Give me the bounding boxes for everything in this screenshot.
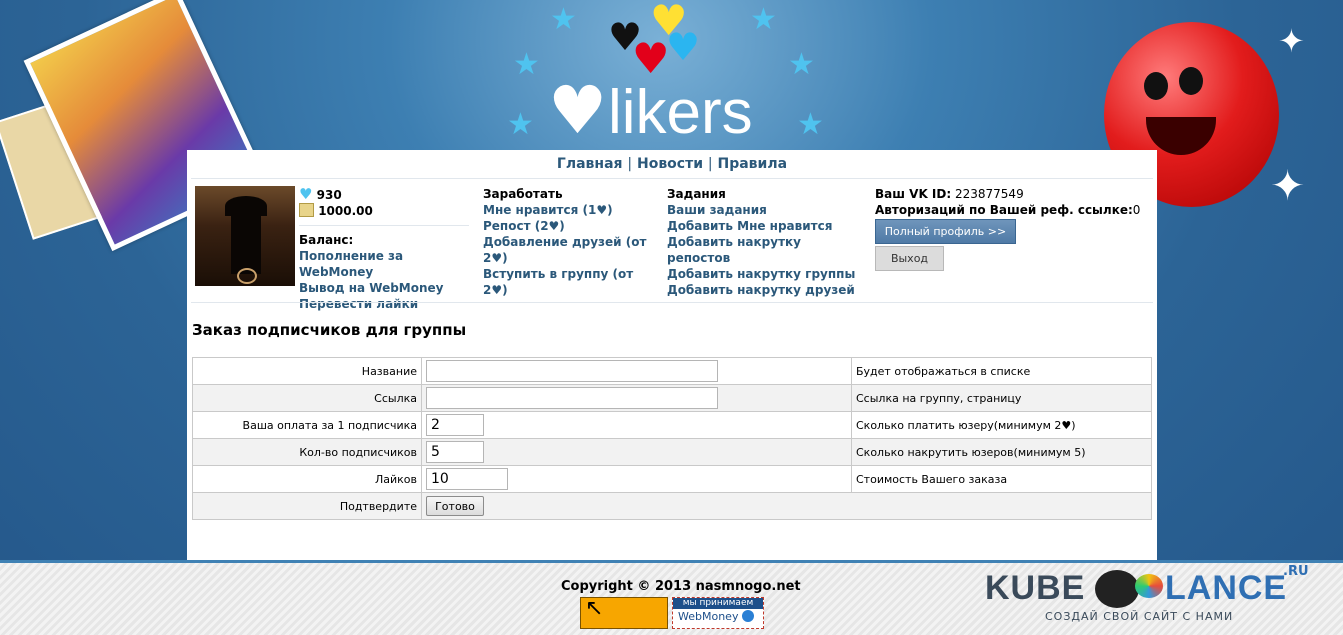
tasks-title: Задания	[667, 187, 726, 201]
user-balance: ♥ 930 1000.00 Баланс: Пополнение за WebM…	[299, 186, 469, 312]
form-title: Заказ подписчиков для группы	[192, 321, 467, 339]
withdraw-webmoney-link[interactable]: Вывод на WebMoney	[299, 280, 469, 296]
confirm-label: Подтвердите	[192, 492, 422, 520]
star-icon: ★	[513, 47, 540, 82]
likes-cost-hint: Стоимость Вашего заказа	[851, 465, 1152, 493]
name-label: Название	[192, 357, 422, 385]
main-panel: Главная | Новости | Правила ♥ 930 1000.0…	[187, 150, 1157, 560]
wallet-icon	[299, 203, 314, 217]
kubelance-right-text: LANCE	[1165, 569, 1288, 607]
divider	[191, 178, 1153, 179]
payment-label: Ваша оплата за 1 подписчика	[192, 411, 422, 439]
nav-rules-link[interactable]: Правила	[718, 156, 788, 172]
sparkle-icon: ✦	[1278, 22, 1305, 60]
subscribers-count-label: Кол-во подписчиков	[192, 438, 422, 466]
sparkle-icon: ✦	[1270, 161, 1306, 210]
mascot-icon	[1095, 570, 1139, 608]
earn-repost-link[interactable]: Репост (2♥)	[483, 218, 658, 234]
tasks-menu: Задания Ваши задания Добавить Мне нравит…	[667, 186, 857, 298]
tasks-add-group-link[interactable]: Добавить накрутку группы	[667, 266, 857, 282]
globe-icon	[741, 610, 754, 622]
logo-text: likers	[608, 78, 753, 147]
arrow-icon: ↖	[585, 596, 604, 621]
earn-join-group-link[interactable]: Вступить в группу (от 2♥)	[483, 266, 658, 298]
link-input[interactable]	[426, 387, 718, 409]
kubelance-left-text: KUBE	[985, 569, 1086, 607]
table-row: Ваша оплата за 1 подписчика Сколько плат…	[192, 411, 1152, 439]
subscribers-count-input[interactable]	[426, 441, 484, 463]
name-hint: Будет отображаться в списке	[851, 357, 1152, 385]
referral-label: Авторизаций по Вашей реф. ссылке:	[875, 203, 1133, 217]
table-row: Кол-во подписчиков Сколько накрутить юзе…	[192, 438, 1152, 466]
divider	[299, 225, 469, 226]
money-amount: 1000.00	[318, 204, 373, 218]
nav-separator: |	[707, 156, 713, 172]
tasks-add-likes-link[interactable]: Добавить Мне нравится	[667, 218, 857, 234]
likes-cost-label: Лайков	[192, 465, 422, 493]
likes-cost-input[interactable]	[426, 468, 508, 490]
table-row: Лайков Стоимость Вашего заказа	[192, 465, 1152, 493]
tasks-add-friends-link[interactable]: Добавить накрутку друзей	[667, 282, 857, 298]
table-row: Подтвердите Готово	[192, 492, 1152, 520]
kubelance-slogan: СОЗДАЙ СВОЙ САЙТ С НАМИ	[1045, 610, 1234, 623]
referral-row: Авторизаций по Вашей реф. ссылке:0	[875, 202, 1145, 218]
copyright-text: Copyright © 2013 nasmnogo.net	[561, 579, 801, 594]
order-form-table: Название Будет отображаться в списке Ссы…	[192, 357, 1152, 520]
star-icon: ★	[797, 107, 824, 142]
submit-button[interactable]: Готово	[426, 496, 484, 516]
avatar	[195, 186, 295, 286]
logout-button[interactable]: Выход	[875, 246, 944, 271]
earn-add-friends-link[interactable]: Добавление друзей (от 2♥)	[483, 234, 658, 266]
tasks-your-tasks-link[interactable]: Ваши задания	[667, 202, 857, 218]
star-icon: ★	[750, 2, 777, 37]
vk-id-row: Ваш VK ID: 223877549	[875, 186, 1145, 202]
logo-heart-icon: ♥	[548, 72, 608, 149]
webmoney-accept-text: мы принимаем	[673, 598, 763, 609]
payment-input[interactable]	[426, 414, 484, 436]
nav-news-link[interactable]: Новости	[637, 156, 703, 172]
nav-separator: |	[627, 156, 633, 172]
star-icon: ★	[550, 2, 577, 37]
balance-label: Баланс:	[299, 233, 354, 247]
kubelance-logo[interactable]: KUBE LANCE .RU СОЗДАЙ СВОЙ САЙТ С НАМИ	[985, 564, 1309, 628]
vk-id-label: Ваш VK ID:	[875, 187, 952, 201]
likes-count: 930	[316, 188, 342, 202]
divider	[191, 302, 1153, 303]
palette-icon	[1135, 574, 1163, 598]
referral-count: 0	[1132, 203, 1141, 217]
earn-menu: Заработать Мне нравится (1♥) Репост (2♥)…	[483, 186, 658, 298]
earn-title: Заработать	[483, 187, 563, 201]
vk-id-value: 223877549	[954, 187, 1024, 201]
likes-row: ♥ 930	[299, 186, 469, 203]
heart-balloons-icon: ♥ ♥ ♥ ♥	[608, 0, 701, 83]
link-label: Ссылка	[192, 384, 422, 412]
account-info: Ваш VK ID: 223877549 Авторизаций по Ваше…	[875, 186, 1145, 218]
counter-badge[interactable]: ↖	[580, 596, 668, 629]
table-row: Ссылка Ссылка на группу, страницу	[192, 384, 1152, 412]
earn-like-link[interactable]: Мне нравится (1♥)	[483, 202, 658, 218]
subscribers-count-hint: Сколько накрутить юзеров(минимум 5)	[851, 438, 1152, 466]
kubelance-ru-text: .RU	[1283, 564, 1309, 579]
tasks-add-reposts-link[interactable]: Добавить накрутку репостов	[667, 234, 857, 266]
top-navigation: Главная | Новости | Правила	[187, 156, 1157, 172]
webmoney-badge[interactable]: мы принимаем WebMoney	[672, 597, 764, 629]
topup-webmoney-link[interactable]: Пополнение за WebMoney	[299, 248, 469, 280]
link-hint: Ссылка на группу, страницу	[851, 384, 1152, 412]
name-input[interactable]	[426, 360, 718, 382]
transfer-likes-link[interactable]: Перевести лайки	[299, 296, 469, 312]
heart-icon: ♥	[299, 185, 313, 203]
nav-home-link[interactable]: Главная	[557, 156, 623, 172]
payment-hint: Сколько платить юзеру(минимум 2♥)	[851, 411, 1152, 439]
table-row: Название Будет отображаться в списке	[192, 357, 1152, 385]
money-row: 1000.00	[299, 203, 469, 219]
star-icon: ★	[507, 107, 534, 142]
webmoney-text: WebMoney	[678, 610, 739, 623]
full-profile-button[interactable]: Полный профиль >>	[875, 219, 1016, 244]
star-icon: ★	[788, 47, 815, 82]
